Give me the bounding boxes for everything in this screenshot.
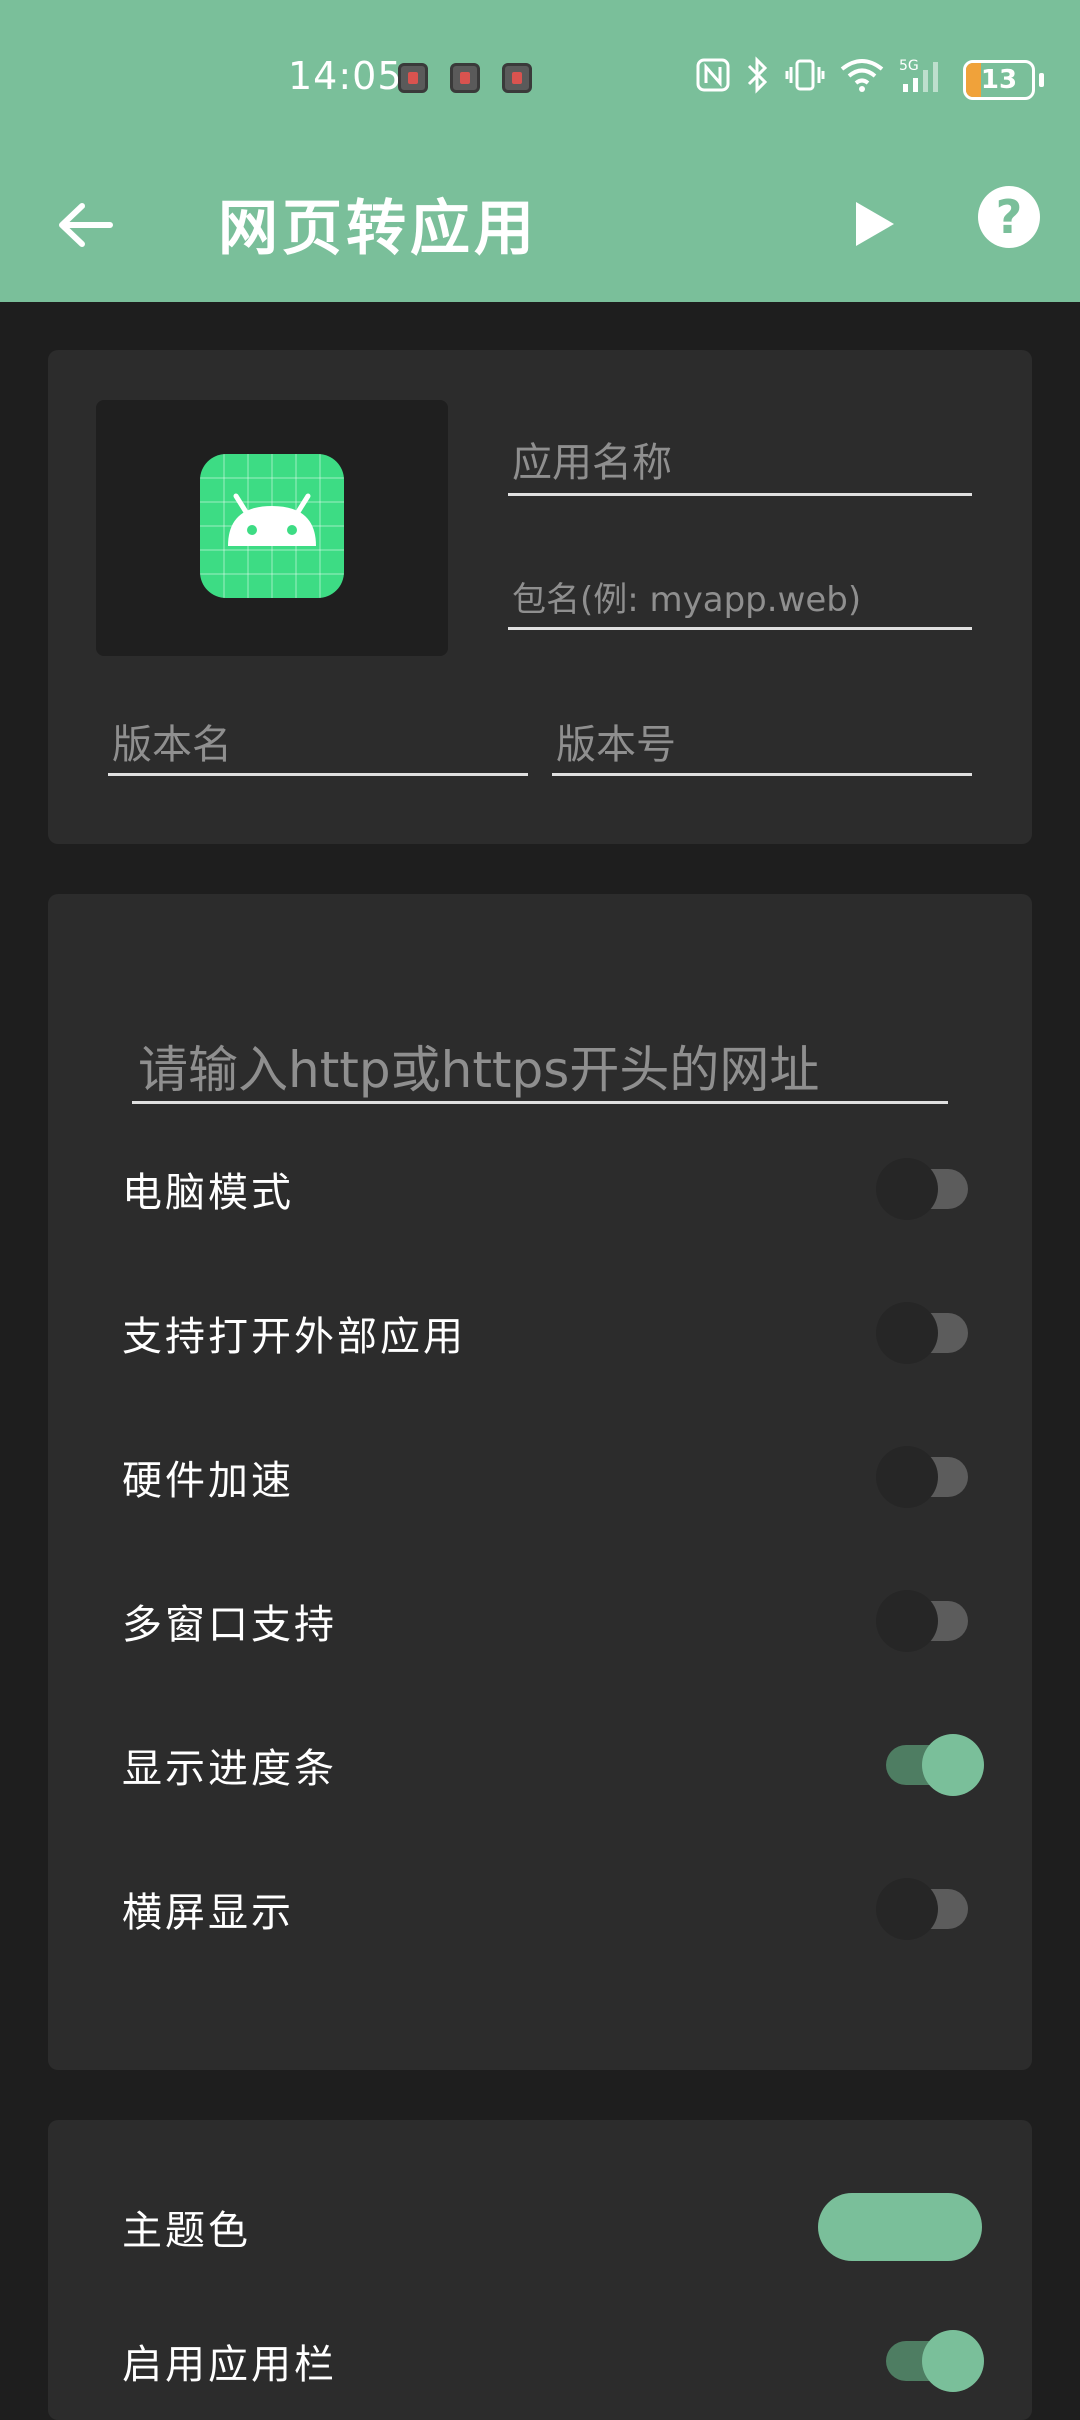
landscape-switch[interactable] [872, 1874, 982, 1944]
option-landscape[interactable]: 横屏显示 [122, 1864, 982, 1954]
package-name-field[interactable]: 包名(例: myapp.web) [508, 560, 972, 630]
app-name-field[interactable]: 应用名称 [508, 420, 972, 496]
option-desktop-mode[interactable]: 电脑模式 [122, 1144, 982, 1234]
theme-color-swatch[interactable] [818, 2193, 982, 2261]
back-arrow-icon[interactable] [52, 190, 122, 260]
vibrate-icon [785, 57, 825, 102]
enable-app-bar-row[interactable]: 启用应用栏 [122, 2316, 984, 2406]
bluetooth-icon [745, 56, 771, 103]
hardware-acceleration-switch[interactable] [872, 1442, 982, 1512]
show-progress-bar-switch[interactable] [872, 1730, 984, 1800]
svg-text:5G: 5G [899, 58, 919, 74]
notification-icon [450, 63, 480, 93]
desktop-mode-switch[interactable] [872, 1154, 982, 1224]
notification-icon [398, 63, 428, 93]
option-label: 电脑模式 [122, 1170, 294, 1216]
app-info-card: 应用名称 包名(例: myapp.web) 版本名 版本号 [48, 350, 1032, 844]
option-label: 显示进度条 [122, 1746, 337, 1792]
option-show-progress-bar[interactable]: 显示进度条 [122, 1720, 984, 1810]
help-icon[interactable]: ? [978, 186, 1040, 248]
enable-app-bar-switch[interactable] [872, 2326, 984, 2396]
wifi-icon [839, 57, 885, 102]
page-title: 网页转应用 [218, 194, 538, 264]
android-icon [200, 454, 344, 598]
open-external-apps-switch[interactable] [872, 1298, 982, 1368]
option-open-external-apps[interactable]: 支持打开外部应用 [122, 1288, 982, 1378]
theme-color-label: 主题色 [122, 2208, 251, 2254]
theme-color-row[interactable]: 主题色 [122, 2182, 982, 2272]
option-label: 多窗口支持 [122, 1602, 337, 1648]
url-field[interactable]: 请输入http或https开头的网址 [132, 1024, 948, 1104]
notification-icon [502, 63, 532, 93]
battery-tip [1039, 72, 1044, 87]
version-name-field[interactable]: 版本名 [108, 700, 528, 776]
theme-card: 主题色 启用应用栏 [48, 2120, 1032, 2420]
enable-app-bar-label: 启用应用栏 [122, 2342, 337, 2388]
version-code-field[interactable]: 版本号 [552, 700, 972, 776]
help-glyph: ? [995, 190, 1023, 244]
nfc-icon [695, 57, 731, 102]
option-hardware-acceleration[interactable]: 硬件加速 [122, 1432, 982, 1522]
option-label: 支持打开外部应用 [122, 1314, 466, 1360]
battery-level: 13 [980, 64, 1018, 95]
play-icon[interactable] [844, 194, 904, 254]
status-time: 14:05 [288, 54, 403, 98]
app-icon-picker[interactable] [96, 400, 448, 656]
battery-icon: 13 [963, 59, 1035, 100]
option-label: 硬件加速 [122, 1458, 294, 1504]
multi-window-switch[interactable] [872, 1586, 982, 1656]
status-bar: 14:05 5G 13 [0, 0, 1080, 150]
web-settings-card: 请输入http或https开头的网址 电脑模式 支持打开外部应用 硬件加速 多窗… [48, 894, 1032, 2070]
option-multi-window[interactable]: 多窗口支持 [122, 1576, 982, 1666]
status-icons: 5G 13 [695, 56, 1044, 103]
app-bar: 网页转应用 ? [0, 150, 1080, 302]
signal-5g-icon: 5G [899, 56, 949, 103]
option-label: 横屏显示 [122, 1890, 294, 1936]
